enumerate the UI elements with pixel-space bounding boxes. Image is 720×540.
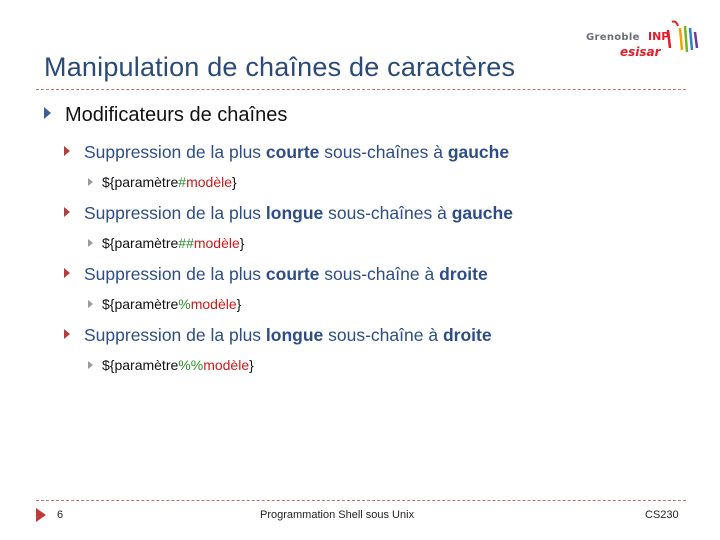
footer-arrow-icon	[36, 508, 46, 522]
list-item: Suppression de la plus courte sous-chaîn…	[64, 142, 509, 163]
item-emphasis: courte	[265, 142, 320, 162]
example-item: ${paramètre#modèle}	[88, 174, 237, 190]
example-close: }	[249, 357, 254, 373]
item-emphasis: courte	[265, 264, 320, 284]
example-close: }	[239, 235, 245, 251]
bullet-arrow-icon	[64, 146, 70, 156]
heading-item: Modificateurs de chaînes	[44, 104, 287, 127]
example-close: }	[232, 174, 237, 190]
slide: Grenoble INP esisar Manipulation de chaî…	[0, 0, 720, 540]
example-close: }	[236, 296, 242, 312]
item-text: sous-chaînes à	[319, 142, 448, 162]
example-operator: %%	[178, 357, 204, 373]
heading-text: Modificateurs de chaînes	[65, 104, 288, 126]
list-item: Suppression de la plus courte sous-chaîn…	[64, 264, 488, 285]
item-emphasis: longue	[265, 203, 324, 223]
example-item: ${paramètre%modèle}	[88, 296, 241, 312]
item-emphasis: droite	[439, 264, 488, 284]
example-operator: %	[178, 296, 191, 312]
footer-title: Programmation Shell sous Unix	[260, 509, 415, 521]
footer-divider	[36, 500, 686, 501]
item-text: sous-chaîne à	[319, 264, 440, 284]
item-text: Suppression de la plus	[84, 203, 266, 223]
item-emphasis: gauche	[447, 142, 510, 162]
bullet-arrow-icon	[88, 361, 93, 369]
example-operator: ##	[178, 235, 194, 251]
item-text: sous-chaîne à	[323, 325, 443, 345]
item-text: Suppression de la plus	[84, 264, 266, 284]
item-text: Suppression de la plus	[84, 142, 266, 162]
example-param: ${paramètre	[102, 235, 179, 251]
bullet-arrow-icon	[88, 178, 93, 186]
item-text: Suppression de la plus	[84, 325, 266, 345]
bullet-arrow-icon	[64, 329, 70, 339]
example-item: ${paramètre##modèle}	[88, 235, 244, 251]
course-code: CS230	[645, 509, 679, 521]
item-emphasis: longue	[265, 325, 324, 345]
item-emphasis: gauche	[451, 203, 513, 223]
bullet-arrow-icon	[44, 107, 51, 119]
example-param: ${paramètre	[102, 296, 179, 312]
example-operator: #	[178, 174, 187, 190]
example-item: ${paramètre%%modèle}	[88, 357, 254, 373]
bullet-arrow-icon	[64, 268, 70, 278]
bullet-arrow-icon	[64, 207, 70, 217]
example-pattern: modèle	[186, 174, 232, 190]
example-param: ${paramètre	[102, 174, 179, 190]
bullet-arrow-icon	[88, 239, 93, 247]
example-pattern: modèle	[190, 296, 237, 312]
list-item: Suppression de la plus longue sous-chaîn…	[64, 325, 492, 346]
example-param: ${paramètre	[102, 357, 179, 373]
item-text: sous-chaînes à	[323, 203, 452, 223]
item-emphasis: droite	[442, 325, 492, 345]
page-number: 6	[57, 509, 64, 521]
slide-content: Modificateurs de chaînes Suppression de …	[0, 0, 720, 540]
example-pattern: modèle	[203, 357, 250, 373]
bullet-arrow-icon	[88, 300, 93, 308]
example-pattern: modèle	[193, 235, 240, 251]
list-item: Suppression de la plus longue sous-chaîn…	[64, 203, 513, 224]
